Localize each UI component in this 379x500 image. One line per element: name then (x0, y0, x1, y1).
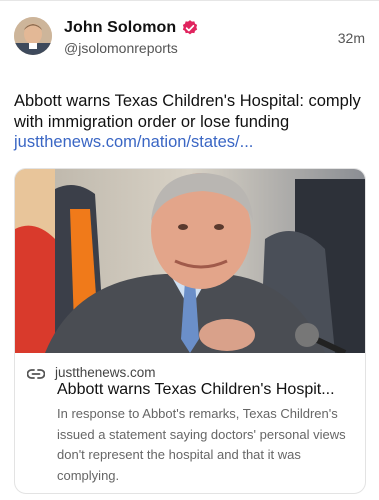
card-title[interactable]: Abbott warns Texas Children's Hospit... (57, 381, 353, 399)
post-link[interactable]: justthenews.com/nation/states/... (14, 132, 253, 153)
avatar[interactable] (14, 17, 52, 55)
link-preview-card[interactable]: justthenews.com Abbott warns Texas Child… (14, 168, 366, 494)
author-handle[interactable]: @jsolomonreports (64, 40, 178, 56)
author-name[interactable]: John Solomon (64, 19, 176, 37)
author-row: John Solomon (64, 17, 199, 39)
verified-badge-icon (181, 19, 199, 37)
card-body[interactable]: justthenews.com Abbott warns Texas Child… (15, 353, 365, 493)
card-domain-row: justthenews.com (26, 365, 156, 380)
link-icon (26, 367, 46, 379)
card-description: In response to Abbot's remarks, Texas Ch… (57, 406, 346, 483)
card-domain: justthenews.com (55, 365, 156, 380)
post-header: John Solomon @jsolomonreports 32m (14, 17, 365, 65)
post-timestamp[interactable]: 32m (338, 30, 365, 46)
card-image[interactable] (15, 169, 365, 356)
post-text: Abbott warns Texas Children's Hospital: … (14, 92, 361, 131)
top-divider (0, 0, 379, 1)
